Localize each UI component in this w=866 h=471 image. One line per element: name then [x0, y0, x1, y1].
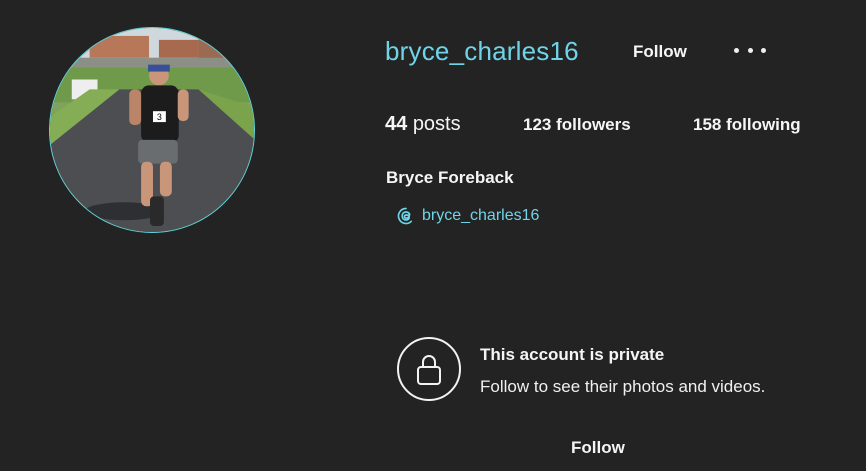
private-subtitle: Follow to see their photos and videos.: [480, 377, 766, 396]
following-link[interactable]: 158 following: [693, 115, 801, 135]
posts-number: 44: [385, 113, 408, 135]
posts-count: 44 posts: [385, 113, 461, 136]
follow-button-bottom[interactable]: Follow: [571, 438, 625, 458]
race-bib-number: 3: [157, 112, 162, 122]
threads-handle: bryce_charles16: [422, 207, 540, 224]
profile-full-name: Bryce Foreback: [386, 168, 514, 187]
more-options-icon[interactable]: [734, 40, 766, 60]
avatar-photo: 3: [50, 28, 254, 232]
followers-link[interactable]: 123 followers: [523, 115, 631, 135]
threads-link[interactable]: bryce_charles16: [396, 206, 539, 226]
follow-button[interactable]: Follow: [633, 42, 687, 62]
lock-icon: [397, 337, 461, 401]
threads-icon: [397, 207, 413, 225]
more-dot: [747, 47, 753, 53]
profile-username: bryce_charles16: [385, 36, 579, 66]
posts-label: posts: [412, 113, 461, 135]
more-dot: [761, 47, 766, 53]
profile-avatar[interactable]: 3: [49, 27, 255, 233]
more-dot: [734, 47, 739, 53]
private-title: This account is private: [480, 345, 665, 364]
